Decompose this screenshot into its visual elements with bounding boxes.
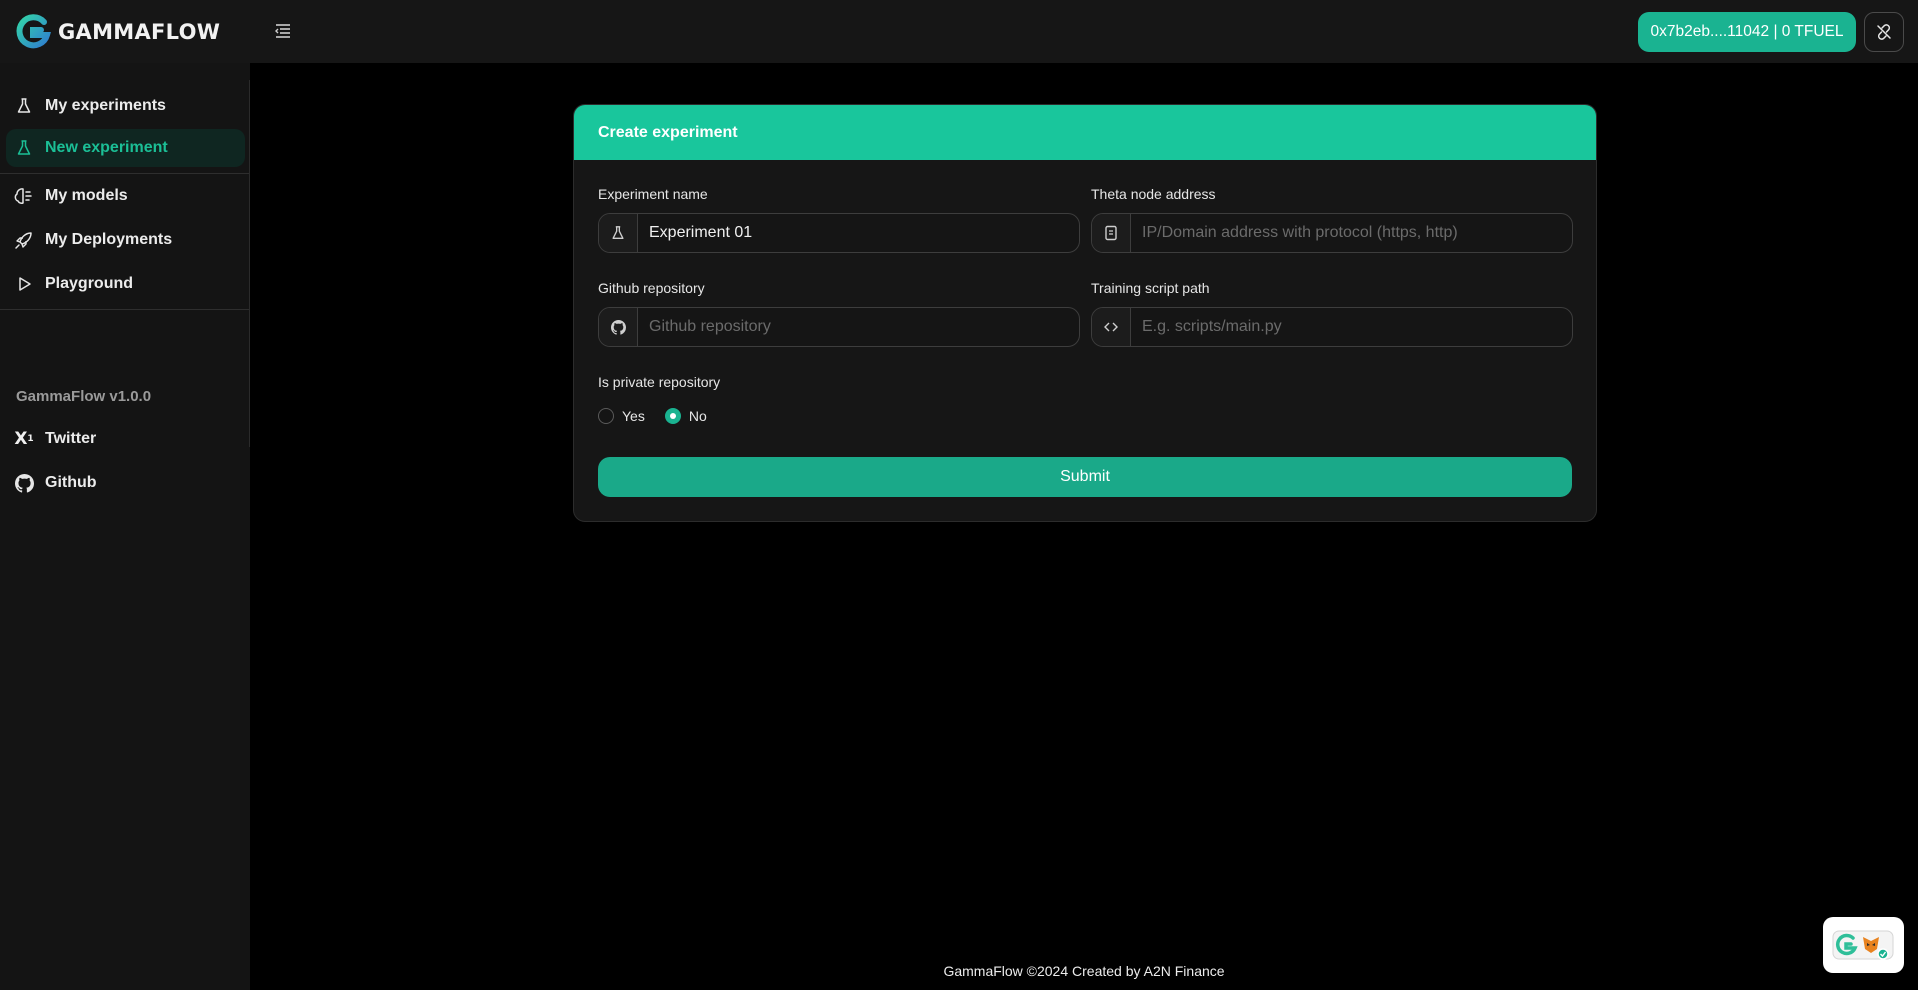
sidebar-item-label: My Deployments [45,231,173,248]
theta-node-label: Theta node address [1091,186,1216,202]
sidebar-item-label: My experiments [45,97,166,114]
experiment-name-input[interactable] [638,214,1079,252]
radio-no[interactable] [664,408,681,424]
disconnect-button[interactable] [1864,12,1904,52]
sidebar-item-label: My models [45,187,128,204]
sidebar-item-new-experiment[interactable]: New experiment [6,129,245,167]
top-header: GAMMAFLOW 0x7b2eb....11042 | 0 TFUEL [0,0,1918,63]
github-repo-group [598,307,1080,347]
sidebar: My experiments New experiment My models … [0,63,250,990]
private-repo-radio-group: Yes No [598,408,727,424]
radio-option-no[interactable]: No [664,408,707,424]
flask-icon [599,214,638,252]
card-title: Create experiment [574,105,1596,160]
script-path-label: Training script path [1091,280,1210,296]
flask-icon [14,96,34,116]
unlink-icon [1877,24,1891,40]
brain-icon [14,186,34,206]
extension-badge[interactable] [1823,917,1904,973]
flask-icon [14,138,34,158]
server-icon [1092,214,1131,252]
sidebar-divider [0,309,250,310]
theta-node-group [1091,213,1573,253]
x-logo-icon: X1 [14,429,34,449]
github-repo-label: Github repository [598,280,705,296]
script-path-input[interactable] [1131,308,1572,346]
radio-option-yes[interactable]: Yes [598,408,645,424]
sidebar-item-label: New experiment [45,139,168,156]
radio-label-yes: Yes [622,408,645,424]
sidebar-item-my-deployments[interactable]: My Deployments [6,221,245,259]
gammaflow-logo-icon [16,14,51,49]
sidebar-item-label: Twitter [45,430,97,447]
script-path-group [1091,307,1573,347]
sidebar-item-my-experiments[interactable]: My experiments [6,87,245,125]
experiment-name-label: Experiment name [598,186,708,202]
private-repo-label: Is private repository [598,374,721,390]
sidebar-item-my-models[interactable]: My models [6,177,245,215]
radio-yes[interactable] [598,408,614,424]
sidebar-link-twitter[interactable]: X1 Twitter [6,420,245,458]
github-repo-input[interactable] [638,308,1079,346]
sidebar-item-playground[interactable]: Playground [6,265,245,303]
submit-button[interactable]: Submit [598,457,1572,497]
sidebar-link-github[interactable]: Github [6,464,245,502]
gammaflow-metamask-icon [1832,930,1893,960]
github-icon [14,473,34,493]
brand-name: GAMMAFLOW [58,20,221,44]
theta-node-input[interactable] [1131,214,1572,252]
footer-text: GammaFlow ©2024 Created by A2N Finance [943,963,1225,979]
create-experiment-card: Create experiment Experiment name Theta … [573,104,1597,522]
sidebar-divider [0,173,250,174]
app-version: GammaFlow v1.0.0 [16,388,152,405]
wallet-button[interactable]: 0x7b2eb....11042 | 0 TFUEL [1638,12,1856,52]
play-icon [14,274,34,294]
sidebar-item-label: Github [45,474,97,491]
app-logo[interactable]: GAMMAFLOW [14,13,220,51]
experiment-name-group [598,213,1080,253]
menu-toggle-icon[interactable] [272,20,294,42]
sidebar-border [249,80,250,447]
radio-label-no: No [688,408,707,424]
github-icon [599,308,638,346]
code-icon [1092,308,1131,346]
rocket-icon [14,230,34,250]
sidebar-item-label: Playground [45,275,134,292]
